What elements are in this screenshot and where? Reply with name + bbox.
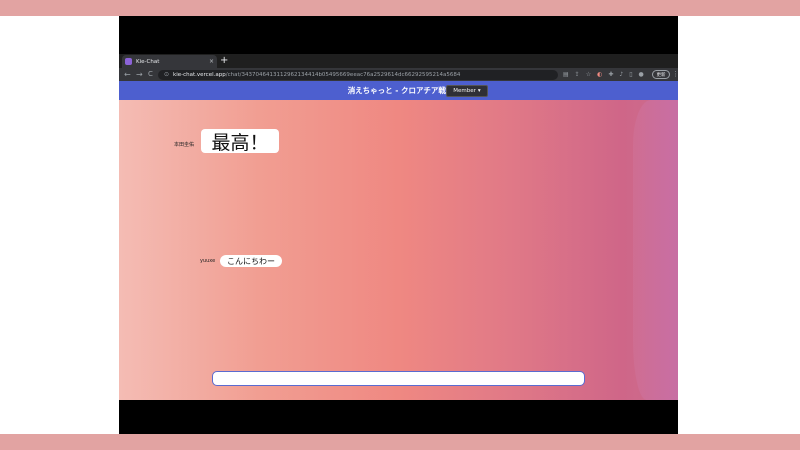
browser-toolbar: ← → C ⊙ kie-chat.vercel.app /chat/343704… <box>119 68 678 81</box>
page-title: 消えちゃっと - クロアチア戦 room <box>347 86 471 95</box>
puzzle-icon[interactable]: ✚ <box>608 71 613 78</box>
menu-icon[interactable]: ⋮ <box>672 68 678 81</box>
message-bubble: こんにちわー <box>220 255 282 267</box>
member-button-label: Member <box>453 88 476 94</box>
account-icon[interactable]: ● <box>639 71 644 78</box>
wave-decoration <box>633 100 678 400</box>
message-author: yuuxe <box>200 258 216 264</box>
app-header: 消えちゃっと - クロアチア戦 room Member ▾ <box>119 81 678 100</box>
browser-tab[interactable]: Kie-Chat × <box>122 55 217 68</box>
screen-recording-frame: Kie-Chat × + ← → C ⊙ kie-chat.vercel.app… <box>119 16 678 434</box>
bottom-letterbox <box>119 400 678 434</box>
toolbar-icons: ▤ ⇪ ☆ ◐ ✚ ♪ ▯ ● <box>563 68 644 81</box>
message-input[interactable] <box>212 371 585 386</box>
app-favicon-icon <box>125 58 132 65</box>
lock-icon: ⊙ <box>164 71 170 78</box>
translate-icon[interactable]: ▤ <box>563 71 569 78</box>
chevron-down-icon: ▾ <box>477 88 481 94</box>
browser-tab-bar: Kie-Chat × + <box>119 54 678 68</box>
sidepanel-icon[interactable]: ▯ <box>629 71 632 78</box>
address-bar[interactable]: ⊙ kie-chat.vercel.app /chat/343704641311… <box>158 69 558 80</box>
reload-icon[interactable]: C <box>148 68 153 81</box>
forward-icon[interactable]: → <box>136 68 143 81</box>
top-band <box>0 0 800 16</box>
bottom-band <box>0 434 800 450</box>
tab-title: Kie-Chat <box>136 58 160 65</box>
chat-area: 本田圭佑 最高！ yuuxe こんにちわー <box>119 100 678 400</box>
member-button[interactable]: Member ▾ <box>446 85 488 97</box>
message-author: 本田圭佑 <box>174 142 195 148</box>
media-icon[interactable]: ♪ <box>619 71 623 78</box>
update-button[interactable]: 更新 <box>652 70 670 79</box>
close-tab-icon[interactable]: × <box>209 58 214 65</box>
bookmark-star-icon[interactable]: ☆ <box>586 71 591 78</box>
url-host: kie-chat.vercel.app <box>173 71 226 78</box>
share-icon[interactable]: ⇪ <box>575 71 580 78</box>
back-icon[interactable]: ← <box>124 68 131 81</box>
message-bubble: 最高！ <box>201 129 279 154</box>
new-tab-icon[interactable]: + <box>220 54 228 68</box>
url-path: /chat/3437046413112962134414b05495669eea… <box>225 71 461 78</box>
extension-icon[interactable]: ◐ <box>597 71 602 78</box>
